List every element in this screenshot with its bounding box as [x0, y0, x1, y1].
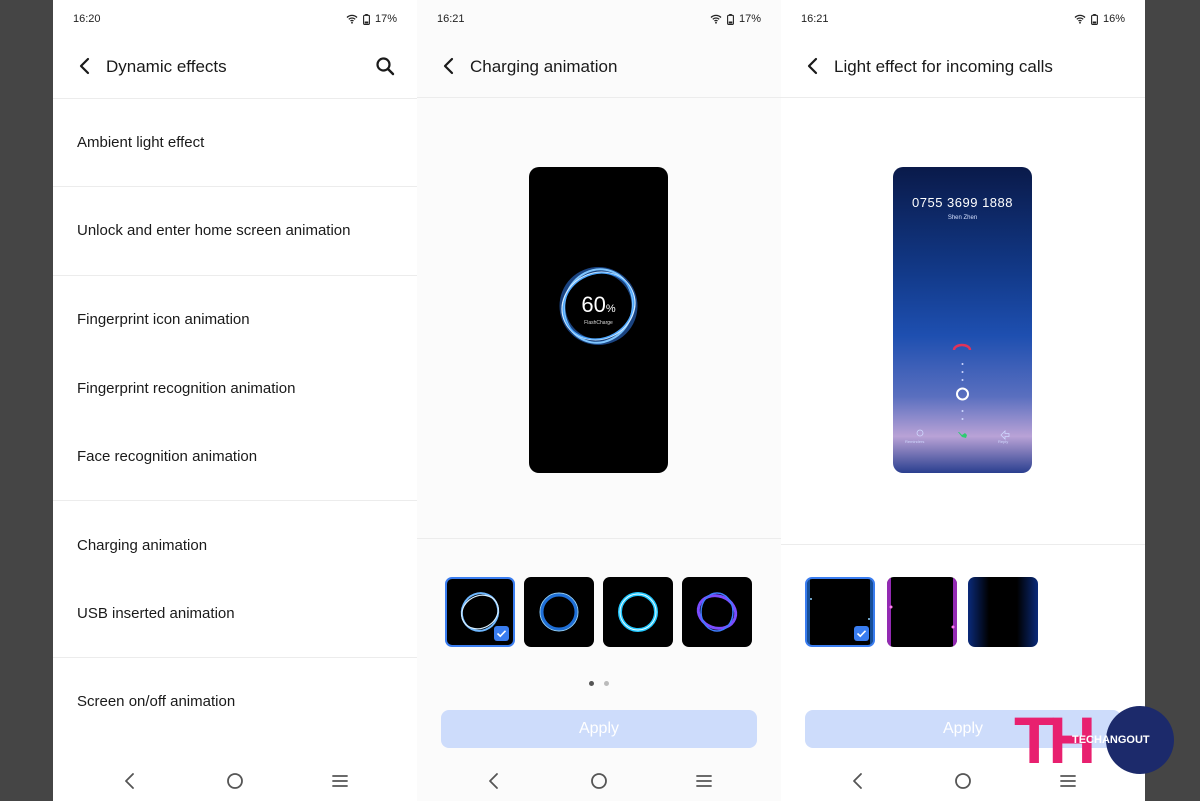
wifi-icon — [1074, 14, 1086, 24]
nav-home-icon[interactable] — [588, 770, 610, 792]
flashcharge-label: FlashCharge — [584, 320, 613, 326]
page-title: Dynamic effects — [106, 57, 227, 76]
animation-option-3[interactable] — [603, 577, 673, 647]
app-header: Light effect for incoming calls — [781, 50, 1145, 82]
divider — [781, 97, 1145, 98]
logo-text: TECHANGOUT — [1072, 734, 1150, 746]
incoming-call-light-screen: 16:21 16% Light effect for incoming call… — [781, 0, 1145, 801]
divider — [417, 538, 781, 539]
divider — [53, 500, 417, 501]
status-time: 16:21 — [437, 13, 465, 25]
battery-level: 17% — [738, 13, 761, 25]
settings-item-ambient-light[interactable]: Ambient light effect — [77, 134, 204, 151]
settings-item-fingerprint-icon[interactable]: Fingerprint icon animation — [77, 311, 250, 328]
status-time: 16:21 — [801, 13, 829, 25]
animation-option-4[interactable] — [682, 577, 752, 647]
divider — [53, 186, 417, 187]
battery-icon — [727, 13, 734, 25]
apply-button[interactable]: Apply — [441, 710, 757, 748]
selected-check-icon — [494, 626, 509, 641]
battery-level: 16% — [1102, 13, 1125, 25]
light-effect-picker — [781, 577, 1145, 647]
wifi-icon — [346, 14, 358, 24]
divider — [53, 275, 417, 276]
back-arrow-icon[interactable] — [75, 56, 95, 76]
page-title: Light effect for incoming calls — [834, 57, 1053, 76]
light-option-1[interactable] — [805, 577, 875, 647]
divider — [781, 544, 1145, 545]
back-arrow-icon[interactable] — [439, 56, 459, 76]
nav-back-icon[interactable] — [847, 770, 869, 792]
nav-recents-icon[interactable] — [693, 770, 715, 792]
wifi-icon — [710, 14, 722, 24]
dynamic-effects-screen: 16:20 17% Dynamic effects Ambient light … — [53, 0, 417, 801]
nav-recents-icon[interactable] — [329, 770, 351, 792]
status-bar: 16:21 17% — [417, 13, 781, 27]
reply-label: Reply — [998, 439, 1009, 444]
navigation-bar — [53, 766, 417, 796]
status-time: 16:20 — [73, 13, 101, 25]
purple-ring-thumbnail — [696, 592, 738, 632]
search-icon[interactable] — [375, 56, 395, 76]
battery-icon — [1091, 13, 1098, 25]
animation-option-1[interactable] — [445, 577, 515, 647]
incoming-call-preview-phone: 0755 3699 1888 Shen Zhen Reminders Reply — [893, 167, 1032, 473]
app-header: Charging animation — [417, 50, 781, 82]
divider — [53, 657, 417, 658]
pink-edge-light-thumbnail — [887, 577, 957, 647]
app-header: Dynamic effects — [53, 50, 417, 82]
nav-back-icon[interactable] — [483, 770, 505, 792]
page-title: Charging animation — [470, 57, 618, 76]
status-bar: 16:20 17% — [53, 13, 417, 27]
settings-item-face-recognition[interactable]: Face recognition animation — [77, 448, 257, 465]
back-arrow-icon[interactable] — [803, 56, 823, 76]
battery-level: 17% — [374, 13, 397, 25]
charge-percent: 60 — [581, 292, 606, 317]
settings-item-fingerprint-recognition[interactable]: Fingerprint recognition animation — [77, 380, 295, 397]
light-option-2[interactable] — [887, 577, 957, 647]
reminders-label: Reminders — [905, 439, 925, 444]
divider — [417, 97, 781, 98]
settings-item-usb-animation[interactable]: USB inserted animation — [77, 605, 235, 622]
nav-home-icon[interactable] — [952, 770, 974, 792]
call-controls-graphic — [916, 343, 1010, 440]
light-option-3[interactable] — [968, 577, 1038, 647]
settings-item-charging-animation[interactable]: Charging animation — [77, 537, 207, 554]
animation-style-picker — [417, 577, 781, 647]
settings-item-unlock-animation[interactable]: Unlock and enter home screen animation — [77, 222, 351, 239]
charging-animation-screen: 16:21 17% Charging animation 60% FlashCh… — [417, 0, 781, 801]
charge-percent-sign: % — [605, 303, 616, 315]
blue-ring-thumbnail — [539, 592, 579, 632]
cyan-ring-thumbnail — [618, 592, 658, 632]
selected-check-icon — [854, 626, 869, 641]
navigation-bar — [417, 766, 781, 796]
battery-icon — [363, 13, 370, 25]
page-dot — [604, 681, 609, 686]
settings-item-screen-on-off[interactable]: Screen on/off animation — [77, 693, 235, 710]
charging-preview-phone: 60% FlashCharge — [529, 167, 668, 473]
page-dot-active — [589, 681, 594, 686]
divider — [53, 98, 417, 99]
animation-option-2[interactable] — [524, 577, 594, 647]
status-bar: 16:21 16% — [781, 13, 1145, 27]
page-indicator — [417, 681, 781, 687]
nav-back-icon[interactable] — [119, 770, 141, 792]
techhangout-logo: TH TECHANGOUT — [1014, 706, 1174, 774]
nav-home-icon[interactable] — [224, 770, 246, 792]
